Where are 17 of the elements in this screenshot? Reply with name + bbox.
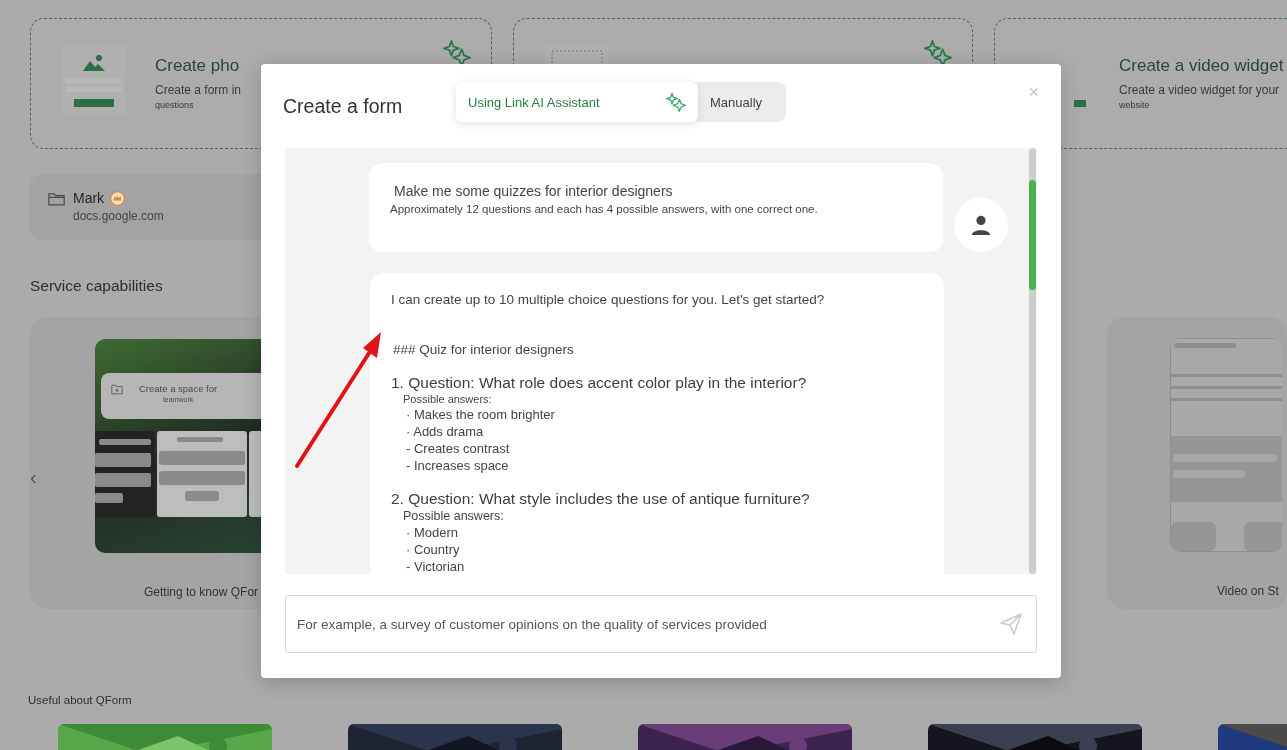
dialog-title: Create a form	[283, 94, 404, 118]
card-description: website	[1119, 100, 1151, 110]
section-title: Service capabilities	[30, 276, 164, 296]
card-description: Create a video widget for your	[1119, 83, 1281, 97]
card-description: Create a form in	[155, 83, 242, 97]
message-text: I can create up to 10 multiple choice questions for you. Let's get started?	[391, 292, 826, 307]
answers-label: Possible answers:	[402, 509, 505, 523]
section-title: Useful about QForm	[28, 693, 133, 708]
card-caption: Video on St	[1216, 584, 1280, 598]
folder-url: docs.google.com	[73, 209, 164, 223]
card-title: Create pho	[155, 56, 241, 76]
card-description: questions	[155, 100, 195, 110]
folder-name: Mark	[73, 190, 105, 206]
card-title: Create a video widget	[1119, 56, 1284, 76]
preview-title: Create a space for	[139, 383, 218, 394]
card-caption: Getting to know QFor	[143, 585, 260, 599]
answers-label: Possible answers:	[402, 393, 493, 405]
